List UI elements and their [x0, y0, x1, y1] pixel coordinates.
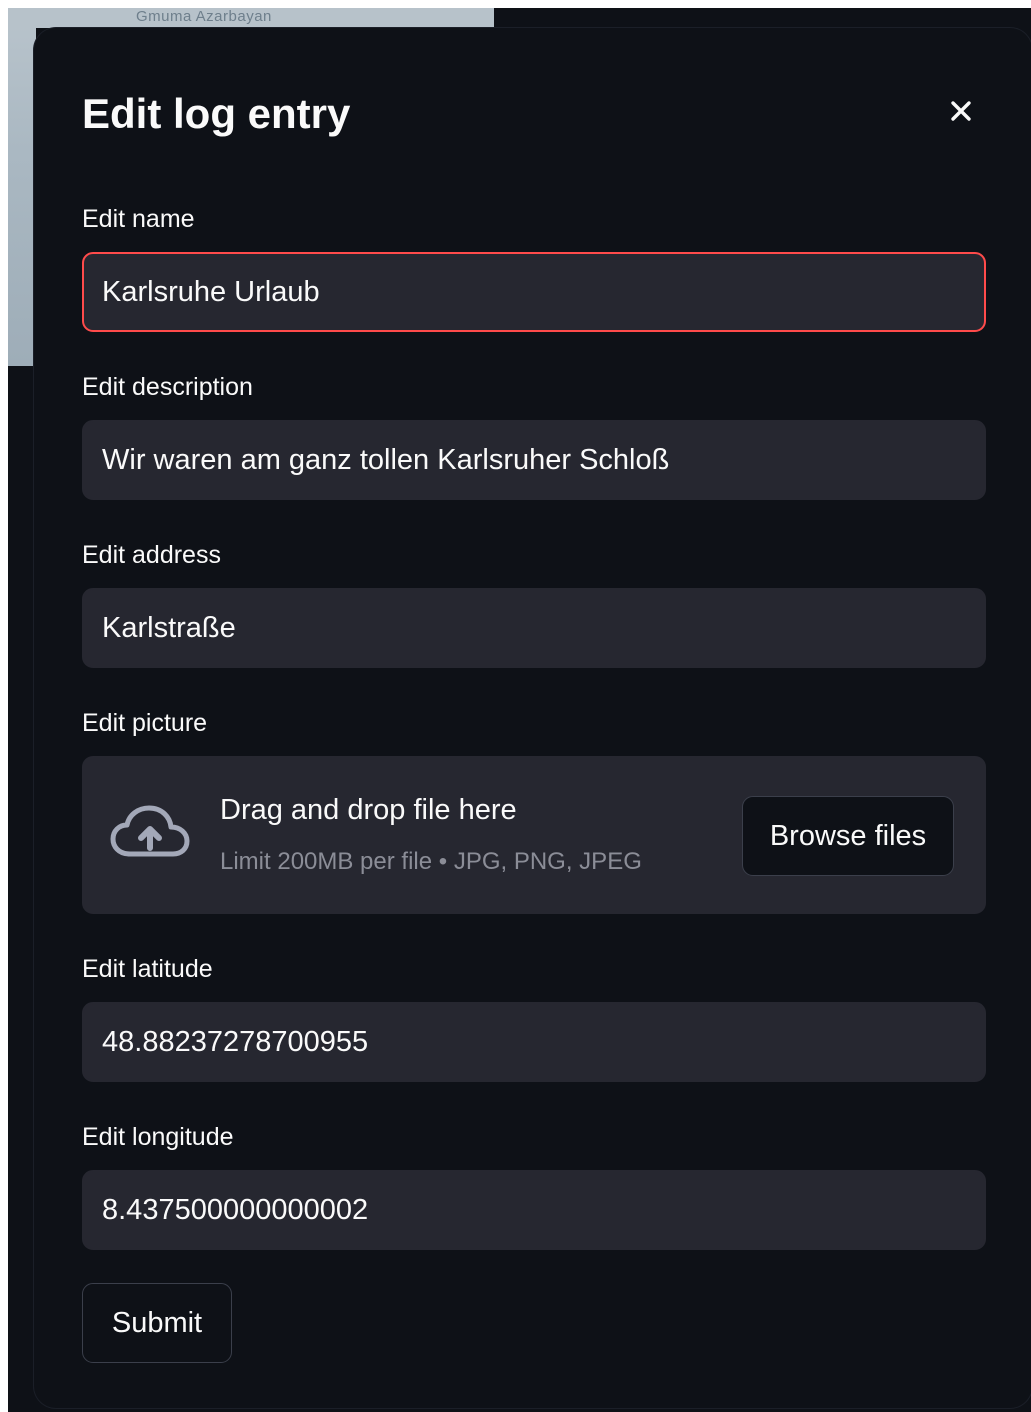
dropzone-limit: Limit 200MB per file • JPG, PNG, JPEG: [220, 848, 642, 875]
name-input[interactable]: Karlsruhe Urlaub: [82, 252, 986, 332]
file-dropzone[interactable]: Drag and drop file here Limit 200MB per …: [82, 756, 986, 914]
latitude-label: Edit latitude: [82, 955, 213, 983]
dropzone-title: Drag and drop file here: [220, 794, 517, 826]
description-label: Edit description: [82, 373, 253, 401]
description-input-value: Wir waren am ganz tollen Karlsruher Schl…: [102, 443, 670, 476]
map-backdrop: Gmuma Azarbayan Edit log entry Edit name…: [8, 8, 1031, 1412]
map-background: [8, 8, 36, 366]
description-input[interactable]: Wir waren am ganz tollen Karlsruher Schl…: [82, 420, 986, 500]
name-label: Edit name: [82, 205, 195, 233]
longitude-input[interactable]: 8.437500000000002: [82, 1170, 986, 1250]
submit-button[interactable]: Submit: [82, 1283, 232, 1363]
picture-label: Edit picture: [82, 709, 208, 737]
edit-log-dialog: Edit log entry Edit name Karlsruhe Urlau…: [34, 28, 1031, 1408]
latitude-input[interactable]: 48.88237278700955: [82, 1002, 986, 1082]
address-input[interactable]: Karlstraße: [82, 588, 986, 668]
cloud-upload-icon: [110, 805, 190, 857]
close-icon: [951, 101, 971, 121]
map-label: Gmuma Azarbayan: [136, 8, 272, 25]
latitude-input-value: 48.88237278700955: [102, 1025, 369, 1058]
address-label: Edit address: [82, 541, 221, 569]
longitude-label: Edit longitude: [82, 1123, 234, 1151]
browse-files-button[interactable]: Browse files: [742, 796, 954, 876]
address-input-value: Karlstraße: [102, 611, 236, 644]
longitude-input-value: 8.437500000000002: [102, 1193, 369, 1226]
name-input-value: Karlsruhe Urlaub: [102, 275, 320, 308]
map-top-strip: Gmuma Azarbayan: [8, 8, 494, 28]
dialog-title: Edit log entry: [82, 90, 351, 137]
close-button[interactable]: [942, 92, 980, 130]
